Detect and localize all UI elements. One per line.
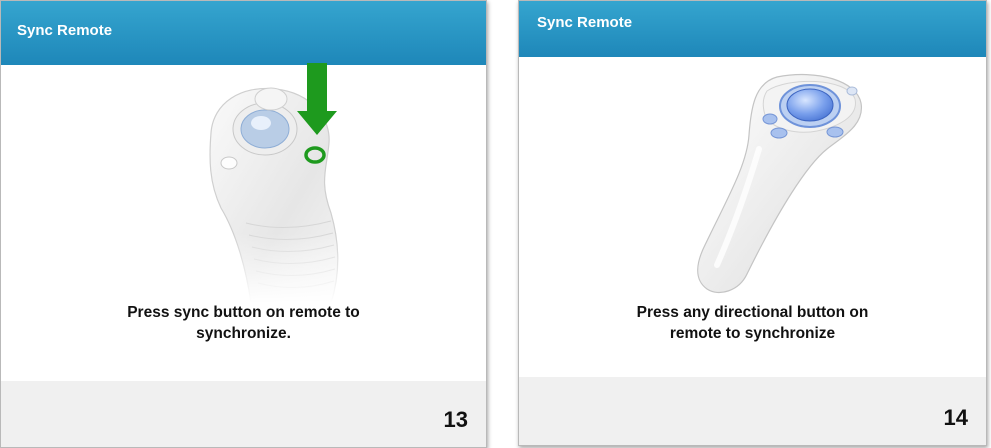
sync-remote-panel-13: Sync Remote Press sync button on remote …: [0, 0, 487, 448]
instruction-text: Press sync button on remote to synchroni…: [127, 304, 360, 342]
panel-title: Sync Remote: [537, 14, 633, 31]
page-number: 13: [443, 407, 468, 432]
panel-header: Sync Remote: [1, 1, 486, 65]
instruction-text: Press any directional button on remote t…: [636, 304, 869, 342]
panel-footer: 13: [1, 381, 486, 447]
panel-footer: 14: [519, 377, 986, 445]
panel-title: Sync Remote: [17, 22, 113, 39]
panel-header: Sync Remote: [519, 1, 986, 57]
remote-directional-pad-illustration: [697, 73, 862, 294]
sync-remote-panel-14: Sync Remote Press any directional button…: [518, 0, 987, 446]
page-number: 14: [943, 405, 968, 430]
remote-sync-button-illustration: [191, 63, 351, 303]
